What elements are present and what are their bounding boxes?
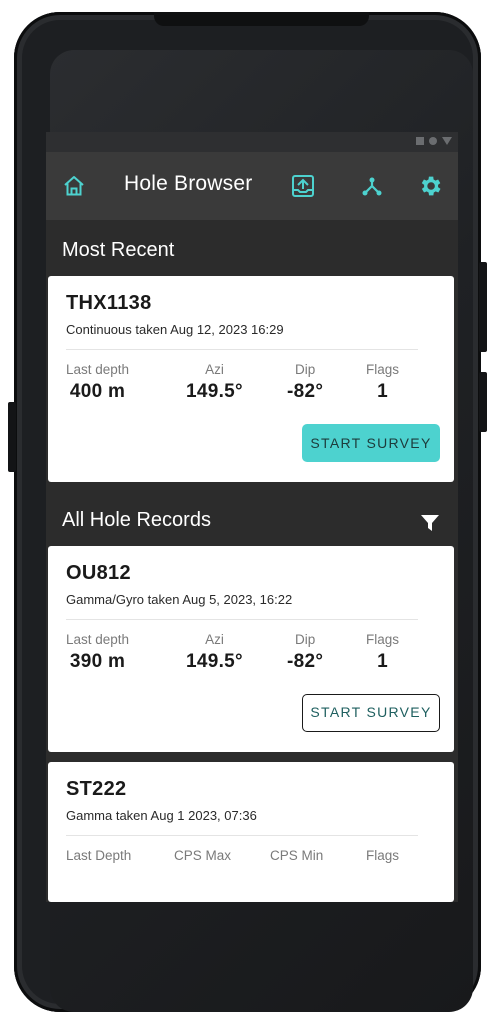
- stat-label: Dip: [295, 362, 316, 377]
- stat-azi: Azi 149.5°: [186, 362, 243, 403]
- stat-cps-max: CPS Max: [174, 848, 231, 863]
- stat-azi: Azi 149.5°: [186, 632, 243, 673]
- stat-value: 1: [377, 381, 388, 402]
- network-icon[interactable]: [359, 173, 385, 199]
- hole-name: THX1138: [66, 292, 152, 314]
- stat-last-depth: Last depth 400 m: [66, 362, 129, 403]
- stat-value: -82°: [287, 651, 324, 672]
- stat-value: 149.5°: [186, 651, 243, 672]
- app-bar: Hole Browser: [46, 152, 458, 220]
- stat-dip: Dip -82°: [287, 632, 323, 673]
- start-survey-button[interactable]: START SURVEY: [302, 424, 440, 462]
- volume-button: [479, 262, 487, 352]
- stat-value: 149.5°: [186, 381, 243, 402]
- stat-label: CPS Min: [270, 848, 324, 863]
- stat-label: Last depth: [66, 632, 130, 647]
- stat-label: Flags: [366, 362, 400, 377]
- stat-value: 1: [377, 651, 388, 672]
- side-key: [8, 402, 16, 472]
- stat-value: 400 m: [69, 381, 126, 402]
- stat-flags: Flags 1: [366, 362, 399, 403]
- hole-card[interactable]: ST222 Gamma taken Aug 1 2023, 07:36 Last…: [48, 762, 454, 902]
- page-title: Hole Browser: [124, 172, 253, 195]
- section-most-recent-title: Most Recent: [62, 239, 175, 261]
- hole-subtitle: Gamma taken Aug 1 2023, 07:36: [66, 808, 257, 823]
- divider: [66, 835, 418, 836]
- stat-cps-min: CPS Min: [270, 848, 323, 863]
- home-icon[interactable]: [62, 174, 86, 198]
- signal-icon: [416, 137, 424, 145]
- divider: [66, 619, 418, 620]
- stat-value: 390 m: [69, 651, 126, 672]
- stat-value: -82°: [287, 381, 324, 402]
- section-title-text: All Hole Records: [62, 509, 211, 531]
- stat-label: Last depth: [66, 362, 130, 377]
- dot-icon: [429, 137, 437, 145]
- filter-icon[interactable]: [420, 514, 440, 532]
- settings-icon[interactable]: [417, 173, 443, 199]
- hole-name: ST222: [66, 778, 127, 800]
- stat-last-depth: Last Depth: [66, 848, 131, 863]
- stat-label: Flags: [366, 632, 400, 647]
- wifi-icon: [442, 137, 452, 145]
- hole-subtitle: Continuous taken Aug 12, 2023 16:29: [66, 322, 284, 337]
- divider: [66, 349, 418, 350]
- upload-icon[interactable]: [290, 173, 316, 199]
- device-bumper-top: [154, 12, 369, 26]
- start-survey-button[interactable]: START SURVEY: [302, 694, 440, 732]
- stat-label: Flags: [366, 848, 400, 863]
- stat-label: Dip: [295, 632, 316, 647]
- app-screen: Hole Browser Most Recent THX1138 Continu…: [46, 132, 458, 902]
- stat-last-depth: Last depth 390 m: [66, 632, 129, 673]
- hole-card[interactable]: OU812 Gamma/Gyro taken Aug 5, 2023, 16:2…: [48, 546, 454, 752]
- section-all-records-title: All Hole Records: [46, 482, 458, 546]
- stat-label: CPS Max: [174, 848, 232, 863]
- hole-subtitle: Gamma/Gyro taken Aug 5, 2023, 16:22: [66, 592, 293, 607]
- stat-label: Azi: [205, 362, 224, 377]
- stat-flags: Flags: [366, 848, 399, 863]
- hole-card[interactable]: THX1138 Continuous taken Aug 12, 2023 16…: [48, 276, 454, 482]
- hole-name: OU812: [66, 562, 131, 584]
- power-button: [479, 372, 487, 432]
- status-bar: [46, 132, 458, 152]
- stat-label: Last Depth: [66, 848, 132, 863]
- stat-flags: Flags 1: [366, 632, 399, 673]
- stat-dip: Dip -82°: [287, 362, 323, 403]
- stat-label: Azi: [205, 632, 224, 647]
